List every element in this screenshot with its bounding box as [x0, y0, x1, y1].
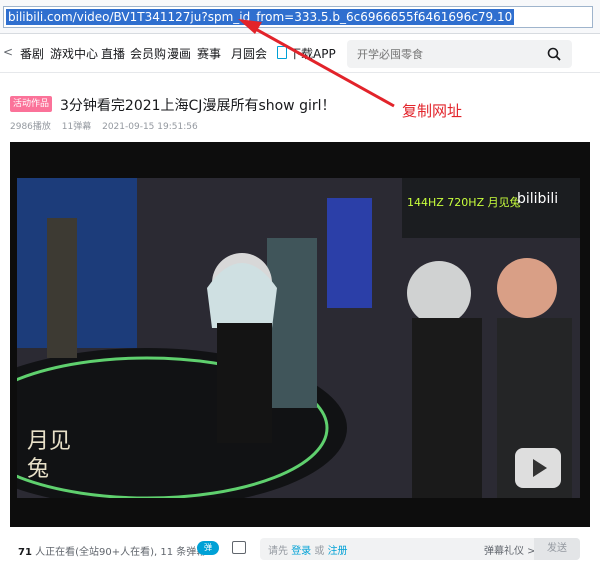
annotation-arrow [238, 19, 395, 108]
annotation-label: 复制网址 [402, 102, 463, 120]
